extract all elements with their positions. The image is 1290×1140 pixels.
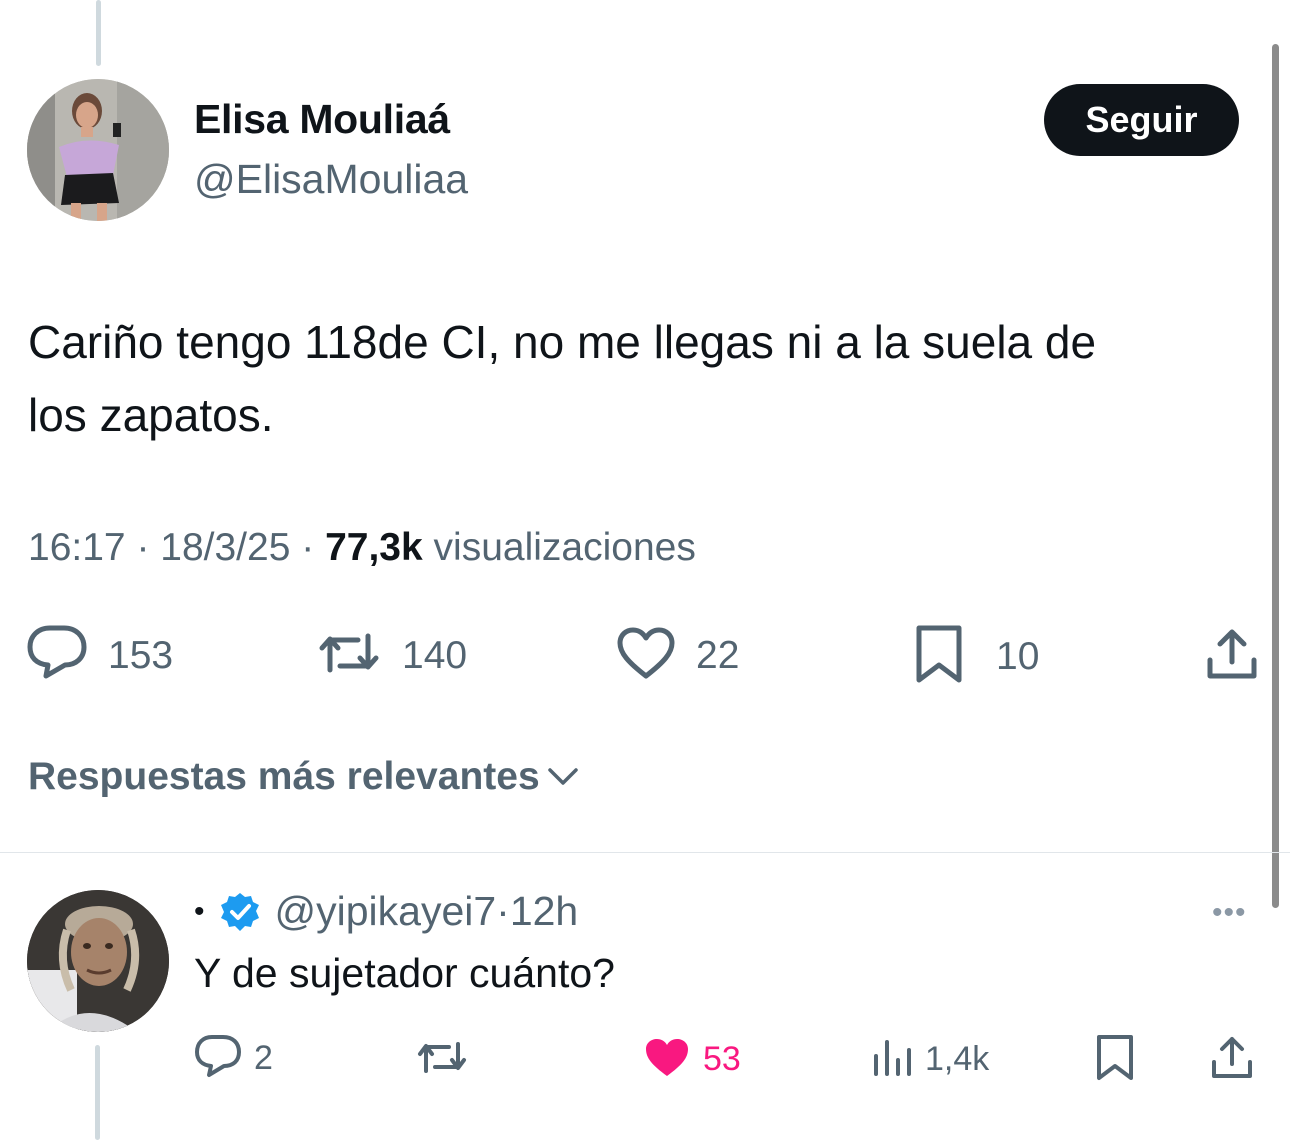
replies-sort-selector[interactable]: Respuestas más relevantes <box>28 755 580 799</box>
share-icon <box>1204 626 1260 687</box>
bookmark-icon <box>1095 1034 1135 1087</box>
reply-reply-count: 2 <box>254 1039 273 1077</box>
views-count[interactable]: 77,3k <box>325 526 423 569</box>
retweet-count: 140 <box>402 633 468 677</box>
verified-badge-icon <box>219 891 261 933</box>
tweet-text: Cariño tengo 118de CI, no me llegas ni a… <box>28 306 1268 452</box>
reply-share-action[interactable] <box>1210 1034 1254 1085</box>
reply-icon <box>194 1034 242 1083</box>
tweet-text-line-2: los zapatos. <box>28 389 274 441</box>
tweet-text-line-1: Cariño tengo 118de CI, no me llegas ni a… <box>28 316 1097 368</box>
like-action[interactable]: 22 <box>616 626 739 685</box>
reply-retweet-action[interactable] <box>415 1036 469 1083</box>
reply-handle[interactable]: @yipikayei7 <box>275 888 497 935</box>
reply-time[interactable]: 12h <box>510 888 578 935</box>
thread-connector-top <box>96 0 101 66</box>
tweet-date[interactable]: 18/3/25 <box>160 526 290 569</box>
sort-label: Respuestas más relevantes <box>28 755 540 798</box>
reply-count: 153 <box>108 633 174 677</box>
reply-author-avatar[interactable] <box>27 890 169 1032</box>
retweet-action[interactable]: 140 <box>316 626 467 685</box>
bookmark-count: 10 <box>996 634 1040 678</box>
tweet-detail-page: Elisa Mouliaá @ElisaMouliaa Seguir Cariñ… <box>0 0 1290 1140</box>
author-handle[interactable]: @ElisaMouliaa <box>194 156 468 203</box>
reply-like-count: 53 <box>703 1040 741 1078</box>
chevron-down-icon <box>546 765 580 789</box>
tweet-meta: 16:17 · 18/3/25 · 77,3k visualizaciones <box>28 526 696 570</box>
bookmark-icon <box>914 624 964 689</box>
reply-reply-action[interactable]: 2 <box>194 1034 273 1083</box>
meta-separator: · <box>290 526 326 569</box>
bookmark-action[interactable]: 10 <box>914 624 1039 689</box>
views-icon <box>871 1036 913 1083</box>
heart-icon <box>616 626 676 685</box>
like-count: 22 <box>696 633 740 677</box>
follow-button[interactable]: Seguir <box>1044 84 1239 156</box>
reply-action[interactable]: 153 <box>26 624 173 687</box>
meta-separator: · <box>125 526 161 569</box>
retweet-icon <box>415 1036 469 1083</box>
more-options-icon[interactable]: ••• <box>1212 896 1247 930</box>
section-divider <box>0 852 1290 853</box>
reply-views-count: 1,4k <box>925 1040 990 1078</box>
reply-header: • @yipikayei7 · 12h <box>194 888 578 935</box>
author-avatar[interactable] <box>27 79 169 221</box>
share-icon <box>1210 1034 1254 1085</box>
tweet-time[interactable]: 16:17 <box>28 526 126 569</box>
heart-icon <box>643 1036 691 1083</box>
views-label[interactable]: visualizaciones <box>423 526 696 569</box>
reply-bookmark-action[interactable] <box>1095 1034 1135 1087</box>
reply-like-action[interactable]: 53 <box>643 1036 741 1083</box>
retweet-icon <box>316 626 382 685</box>
thread-connector-bottom <box>95 1045 100 1140</box>
reply-text: Y de sujetador cuánto? <box>194 950 615 996</box>
share-action[interactable] <box>1204 626 1260 687</box>
scrollbar[interactable] <box>1272 44 1279 908</box>
reply-separator: · <box>496 888 510 934</box>
author-name[interactable]: Elisa Mouliaá <box>194 96 450 143</box>
reply-views-action[interactable]: 1,4k <box>871 1036 989 1083</box>
status-dot: • <box>194 894 205 928</box>
reply-icon <box>26 624 88 687</box>
